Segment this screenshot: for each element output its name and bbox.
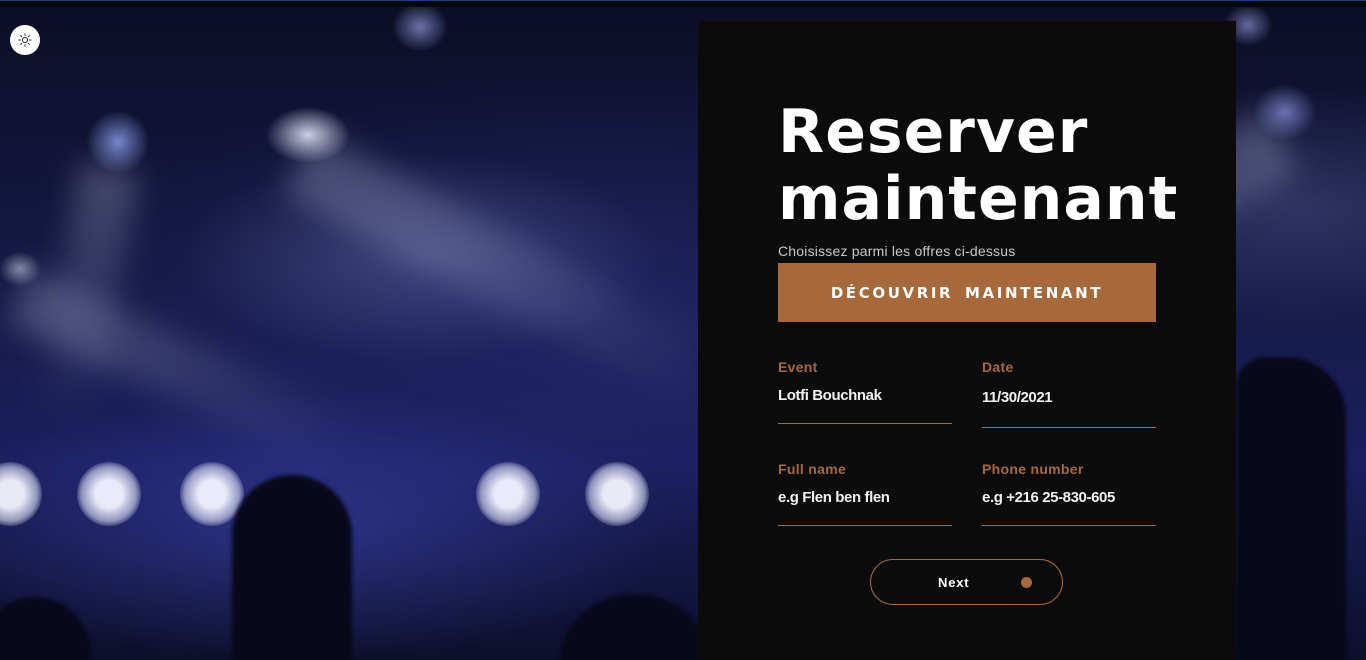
booking-title: Reserver maintenant: [778, 99, 1178, 233]
booking-subtitle: Choisissez parmi les offres ci-dessus: [778, 243, 1016, 259]
discover-now-button[interactable]: DÉCOUVRIR MAINTENANT: [778, 263, 1156, 322]
phone-label: Phone number: [982, 461, 1084, 477]
top-bar: [0, 0, 1366, 7]
next-button-label: Next: [938, 575, 970, 590]
date-input[interactable]: 11/30/2021: [982, 389, 1156, 428]
dot-icon: [1021, 577, 1032, 588]
full-name-field: Full name e.g Flen ben flen: [778, 461, 952, 526]
stage-light: [77, 462, 141, 526]
stage-light: [0, 462, 42, 526]
audience-silhouette: [0, 597, 90, 660]
booking-title-line1: Reserver: [778, 97, 1089, 167]
stage-light: [476, 462, 540, 526]
full-name-input[interactable]: e.g Flen ben flen: [778, 489, 952, 526]
date-label: Date: [982, 359, 1014, 375]
audience-silhouette: [560, 595, 710, 660]
date-field: Date 11/30/2021: [982, 359, 1156, 428]
event-field: Event Lotfi Bouchnak: [778, 359, 952, 424]
event-select[interactable]: Lotfi Bouchnak: [778, 387, 952, 424]
phone-field: Phone number e.g +216 25-830-605: [982, 461, 1156, 526]
musician-silhouette: [232, 475, 352, 660]
booking-title-line2: maintenant: [778, 164, 1179, 234]
light-beam: [283, 131, 741, 419]
sun-icon: [18, 33, 32, 47]
next-button[interactable]: Next: [870, 559, 1063, 605]
page: Reserver maintenant Choisissez parmi les…: [0, 0, 1366, 660]
theme-toggle-button[interactable]: [10, 25, 40, 55]
booking-panel: Reserver maintenant Choisissez parmi les…: [698, 21, 1236, 660]
stage-light: [585, 462, 649, 526]
phone-input[interactable]: e.g +216 25-830-605: [982, 489, 1156, 526]
full-name-label: Full name: [778, 461, 847, 477]
event-label: Event: [778, 359, 818, 375]
audience-silhouette: [1236, 357, 1346, 660]
